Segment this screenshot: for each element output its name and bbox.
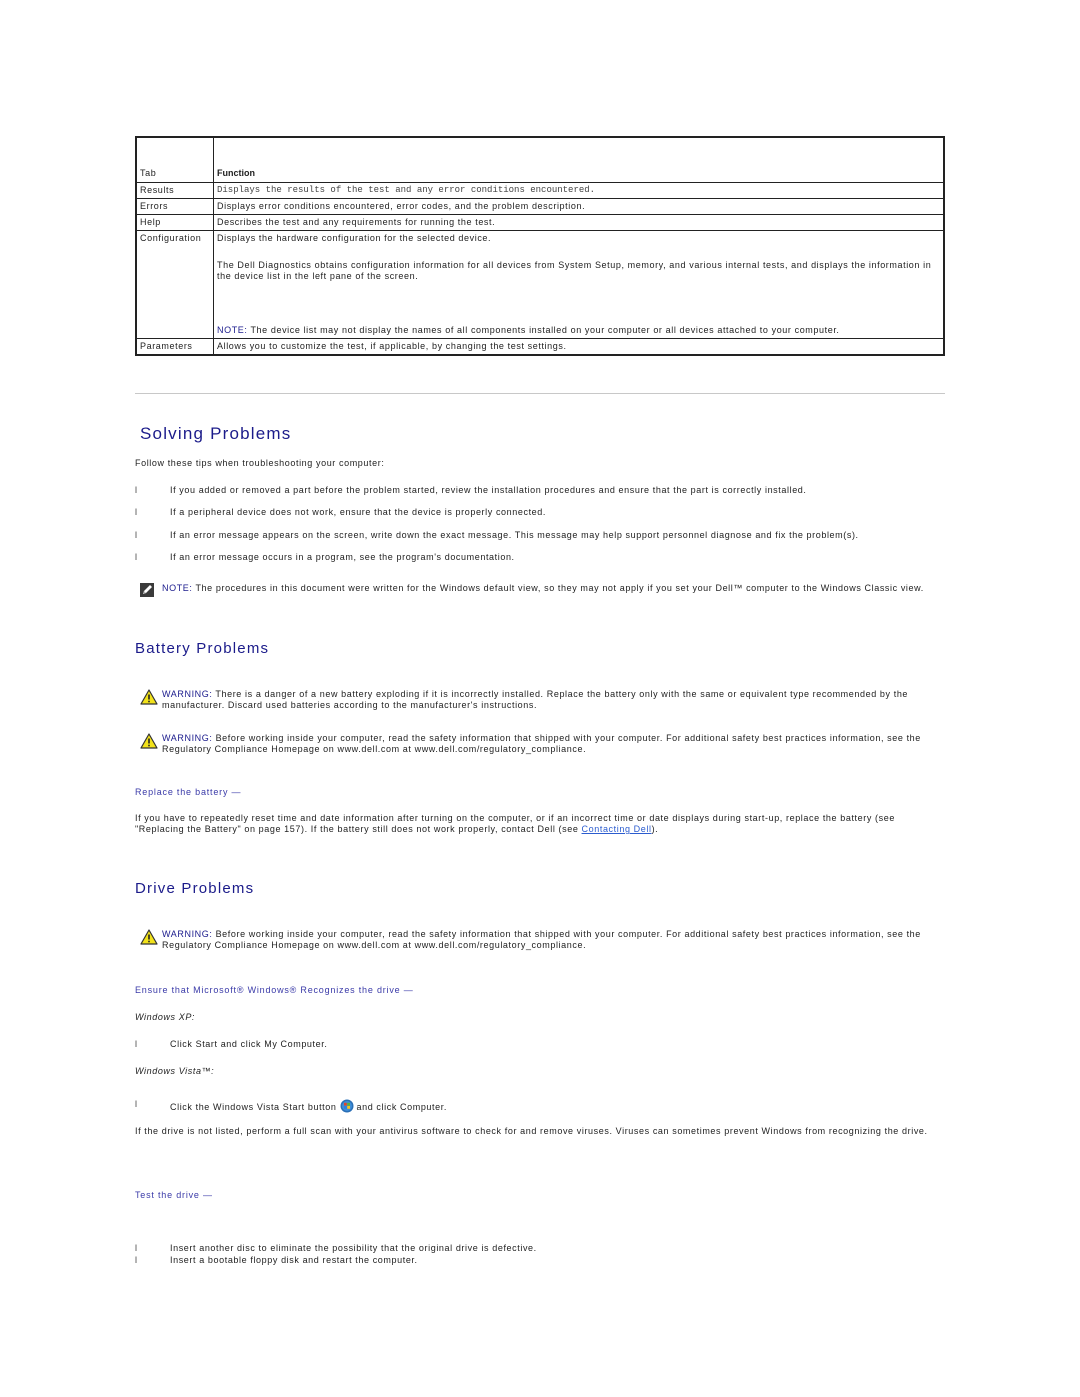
table-header-row: Tab Function [135,136,945,183]
step-text-end: and click Computer. [356,1102,447,1112]
warning-triangle-icon [140,929,158,945]
table-row: Help Describes the test and any requirem… [135,214,945,231]
header-tab: Tab [135,136,214,183]
bullet-icon: l [135,507,138,517]
ensure-windows-recognizes-subheading: Ensure that Microsoft® Windows® Recogniz… [135,985,414,995]
config-note: NOTE: The device list may not display th… [217,325,940,336]
row-function: Describes the test and any requirements … [213,214,945,231]
solving-problems-heading: Solving Problems [140,424,292,443]
diagnostics-tabs-table: Tab Function Results Displays the result… [135,136,945,356]
windows-vista-label: Windows Vista™: [135,1066,215,1076]
warning-text: WARNING: Before working inside your comp… [162,929,932,951]
step-text: Insert a bootable floppy disk and restar… [170,1255,418,1265]
windows-xp-label: Windows XP: [135,1012,196,1022]
note-label: NOTE: [217,325,248,335]
warning-body: There is a danger of a new battery explo… [162,689,909,710]
battery-problems-heading: Battery Problems [135,640,270,657]
config-line-1: Displays the hardware configuration for … [217,233,492,243]
warning-triangle-icon [140,733,158,749]
section-divider [135,393,945,394]
battery-text-end: ). [651,824,659,834]
replace-battery-subheading: Replace the battery — [135,787,242,797]
table-row: Parameters Allows you to customize the t… [135,338,945,356]
row-tab: Parameters [135,338,214,356]
step-text: Insert another disc to eliminate the pos… [170,1243,537,1253]
tip-text: If an error message appears on the scree… [170,530,859,540]
note-text: NOTE: The procedures in this document we… [162,583,932,594]
row-tab: Results [135,182,214,199]
row-function: Allows you to customize the test, if app… [213,338,945,356]
row-function: Displays error conditions encountered, e… [213,198,945,215]
warning-text: WARNING: Before working inside your comp… [162,733,932,755]
table-row: Configuration Displays the hardware conf… [135,230,945,339]
bullet-icon: l [135,485,138,495]
tip-text: If you added or removed a part before th… [170,485,807,495]
tip-text: If an error message occurs in a program,… [170,552,515,562]
warning-label: WARNING: [162,689,213,699]
step-text: Click Start and click My Computer. [170,1039,328,1049]
antivirus-paragraph: If the drive is not listed, perform a fu… [135,1126,928,1136]
bullet-icon: l [135,1255,138,1265]
note-body: The procedures in this document were wri… [192,583,924,593]
windows-vista-start-icon [340,1099,354,1113]
warning-label: WARNING: [162,929,213,939]
warning-label: WARNING: [162,733,213,743]
warning-body: Before working inside your computer, rea… [162,733,921,754]
bullet-icon: l [135,552,138,562]
note-label: NOTE: [162,583,193,593]
bullet-icon: l [135,1243,138,1253]
test-drive-subheading: Test the drive — [135,1190,213,1200]
step-text-start: Click the Windows Vista Start button [170,1102,337,1112]
bullet-icon: l [135,1099,138,1109]
warning-triangle-icon [140,689,158,705]
warning-body: Before working inside your computer, rea… [162,929,921,950]
row-tab: Help [135,214,214,231]
battery-text: If you have to repeatedly reset time and… [135,813,895,834]
contacting-dell-link[interactable]: Contacting Dell [582,824,652,834]
row-tab: Configuration [135,230,214,339]
row-function: Displays the results of the test and any… [213,182,945,199]
warning-text: WARNING: There is a danger of a new batt… [162,689,932,711]
header-function: Function [213,136,945,183]
battery-paragraph: If you have to repeatedly reset time and… [135,813,945,835]
table-row: Errors Displays error conditions encount… [135,198,945,215]
bullet-icon: l [135,530,138,540]
config-line-2: The Dell Diagnostics obtains configurati… [217,260,932,281]
row-function: Displays the hardware configuration for … [213,230,945,339]
solving-intro: Follow these tips when troubleshooting y… [135,458,385,468]
step-text: Click the Windows Vista Start button and … [170,1099,447,1113]
bullet-icon: l [135,1039,138,1049]
drive-problems-heading: Drive Problems [135,880,255,897]
note-pencil-icon [140,583,158,599]
note-text: The device list may not display the name… [247,325,840,335]
tip-text: If a peripheral device does not work, en… [170,507,546,517]
row-tab: Errors [135,198,214,215]
table-row: Results Displays the results of the test… [135,182,945,199]
